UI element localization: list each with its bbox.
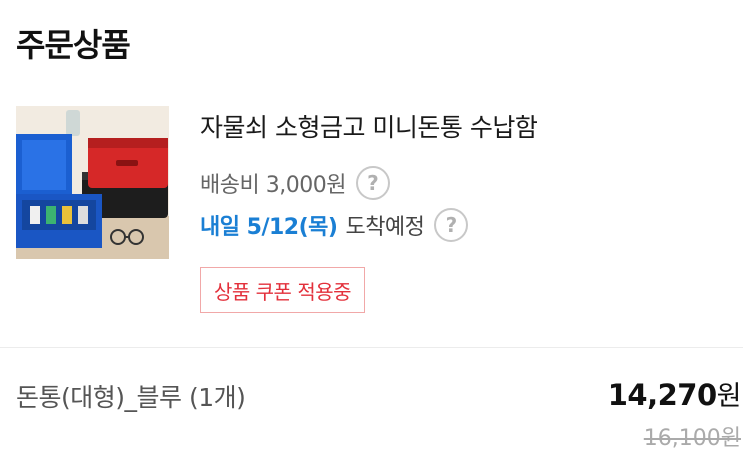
arrival-label: 도착예정 — [345, 215, 425, 240]
original-price: 16,100원 — [643, 426, 741, 451]
divider — [0, 347, 743, 348]
arrival-row: 내일 5/12(목) 도착예정 ? — [200, 208, 469, 242]
sale-price: 14,270원 — [607, 374, 742, 413]
shipping-fee-row: 배송비 3,000원 ? — [200, 166, 390, 200]
product-image — [16, 106, 169, 259]
section-title: 주문상품 — [16, 26, 131, 64]
coupon-applied-badge: 상품 쿠폰 적용중 — [200, 267, 366, 313]
product-name[interactable]: 자물쇠 소형금고 미니돈통 수납함 — [200, 108, 538, 144]
question-circle-icon[interactable]: ? — [434, 208, 469, 242]
shipping-fee-label: 배송비 3,000원 — [200, 173, 346, 198]
arrival-date: 내일 5/12(목) — [200, 215, 338, 240]
sale-price-value: 14,270 — [607, 378, 717, 412]
product-thumbnail[interactable] — [16, 106, 169, 259]
price-unit: 원 — [716, 381, 742, 412]
option-name: 돈통(대형)_블루 (1개) — [16, 383, 246, 412]
order-product-section: 주문상품 자물쇠 소형금고 미니돈통 수납함 배송비 3,000원 ? 내일 5… — [0, 0, 743, 467]
question-circle-icon[interactable]: ? — [355, 166, 390, 200]
